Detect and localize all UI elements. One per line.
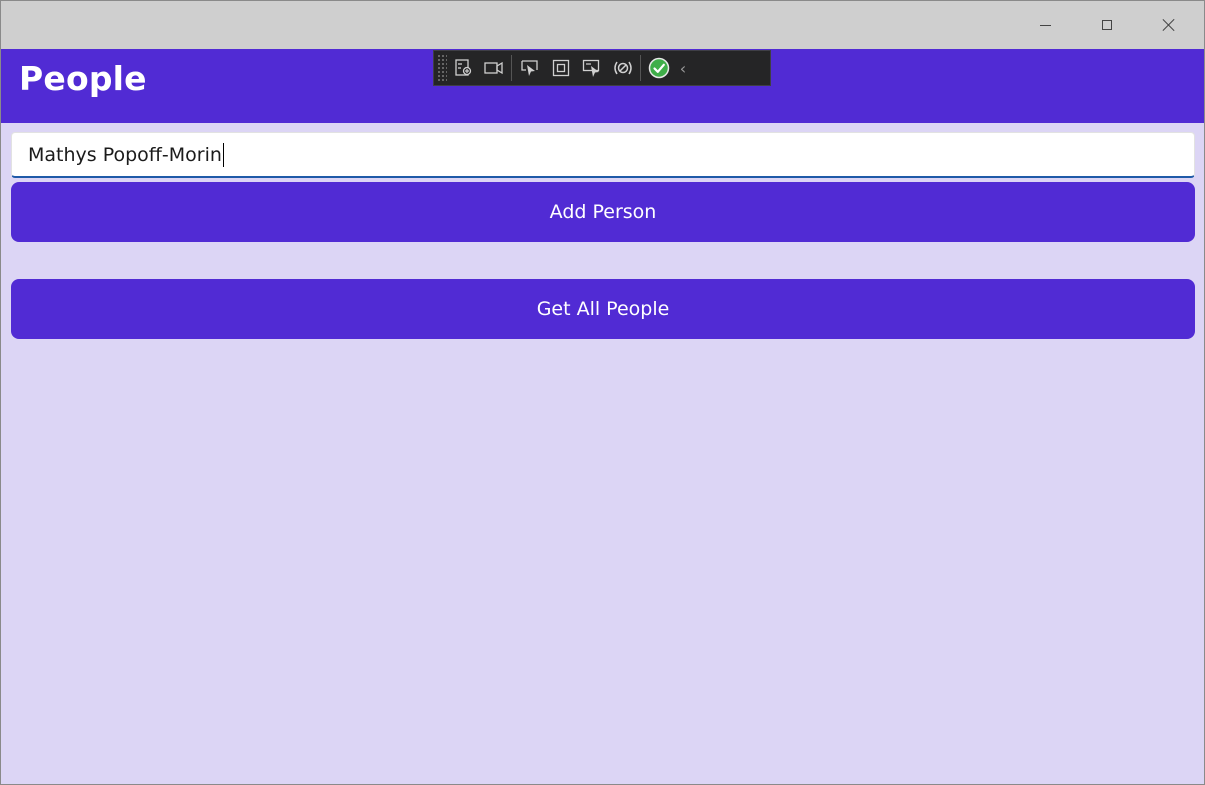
get-all-people-label: Get All People — [536, 298, 670, 320]
live-visual-tree-button[interactable] — [447, 54, 478, 82]
hot-reload-icon — [613, 61, 632, 75]
collapse-chevron-icon[interactable]: ‹ — [674, 59, 692, 78]
track-focus-button[interactable] — [576, 54, 607, 82]
minimize-icon — [1039, 24, 1051, 26]
main-content: Mathys Popoff-Morin Add Person Get All P… — [1, 123, 1204, 784]
toolbar-separator — [640, 55, 641, 81]
track-focus-icon — [582, 59, 599, 77]
add-person-button[interactable]: Add Person — [11, 182, 1195, 242]
binding-status-button[interactable] — [643, 54, 674, 82]
name-entry-field[interactable]: Mathys Popoff-Morin — [11, 132, 1195, 178]
select-element-button[interactable] — [514, 54, 545, 82]
page-title: People — [19, 59, 147, 98]
close-icon — [1162, 18, 1176, 32]
select-element-icon — [520, 60, 538, 76]
get-all-people-button[interactable]: Get All People — [11, 279, 1195, 339]
display-layout-adorners-button[interactable] — [545, 54, 576, 82]
live-visual-tree-icon — [454, 59, 471, 76]
window-titlebar[interactable] — [1, 1, 1204, 49]
display-layout-adorners-icon — [552, 59, 569, 77]
toolbar-separator — [511, 55, 512, 81]
minimize-button[interactable] — [1014, 1, 1076, 49]
binding-success-icon — [648, 57, 669, 79]
add-person-label: Add Person — [549, 201, 657, 223]
xaml-debug-toolbar: ‹ — [433, 50, 771, 86]
toolbar-grip-handle[interactable] — [437, 54, 447, 82]
name-entry-value: Mathys Popoff-Morin — [28, 143, 222, 166]
text-caret — [222, 142, 224, 167]
maximize-icon — [1102, 20, 1112, 30]
maximize-button[interactable] — [1076, 1, 1138, 49]
record-button[interactable] — [478, 54, 509, 82]
app-window: People ‹ Mathys Popoff-Morin Add Person … — [0, 0, 1205, 785]
close-button[interactable] — [1138, 1, 1200, 49]
hot-reload-button[interactable] — [607, 54, 638, 82]
record-icon — [483, 61, 503, 75]
